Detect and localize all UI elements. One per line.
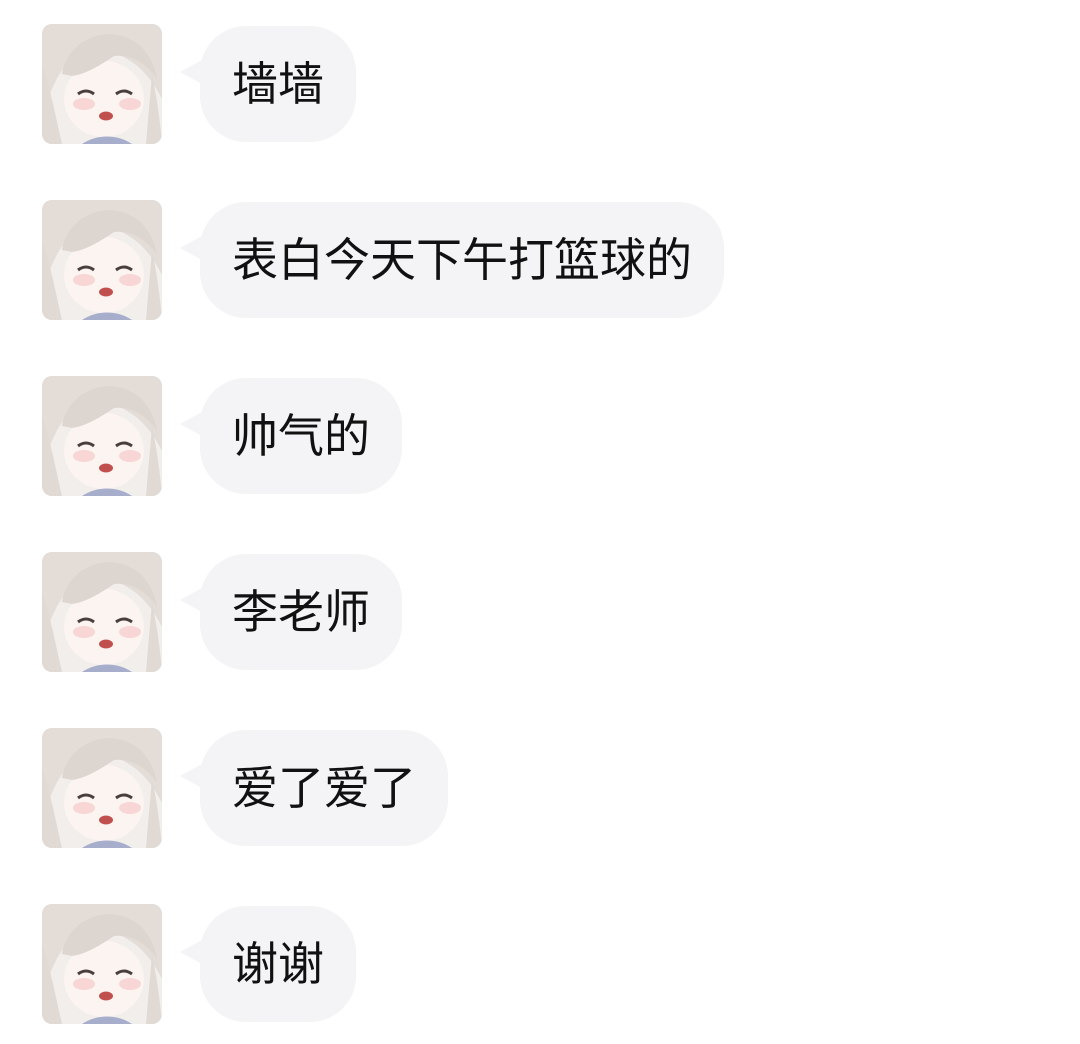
message-bubble[interactable]: 李老师 [180,554,402,670]
chat-message-row: 表白今天下午打篮球的 [42,200,1042,320]
message-text: 谢谢 [232,937,324,991]
chat-message-list: 墙墙 表白今天下午打篮球的 帅气的 李老师 爱了爱了 谢谢 [0,0,1080,1044]
message-bubble[interactable]: 墙墙 [180,26,356,142]
anime-girl-avatar-icon[interactable] [42,904,162,1024]
message-bubble[interactable]: 表白今天下午打篮球的 [180,202,724,318]
message-bubble[interactable]: 帅气的 [180,378,402,494]
chat-message-row: 墙墙 [42,24,1042,144]
message-text: 爱了爱了 [232,761,416,815]
bubble-tail [180,412,202,436]
message-text: 帅气的 [232,409,370,463]
chat-message-row: 谢谢 [42,904,1042,1024]
message-text: 表白今天下午打篮球的 [232,233,692,287]
message-bubble[interactable]: 谢谢 [180,906,356,1022]
chat-message-row: 爱了爱了 [42,728,1042,848]
bubble-tail [180,60,202,84]
chat-message-row: 李老师 [42,552,1042,672]
bubble-tail [180,236,202,260]
anime-girl-avatar-icon[interactable] [42,24,162,144]
bubble-tail [180,764,202,788]
message-text: 李老师 [232,585,370,639]
chat-message-row: 帅气的 [42,376,1042,496]
anime-girl-avatar-icon[interactable] [42,200,162,320]
message-text: 墙墙 [232,57,324,111]
anime-girl-avatar-icon[interactable] [42,728,162,848]
anime-girl-avatar-icon[interactable] [42,376,162,496]
anime-girl-avatar-icon[interactable] [42,552,162,672]
bubble-tail [180,588,202,612]
message-bubble[interactable]: 爱了爱了 [180,730,448,846]
bubble-tail [180,940,202,964]
